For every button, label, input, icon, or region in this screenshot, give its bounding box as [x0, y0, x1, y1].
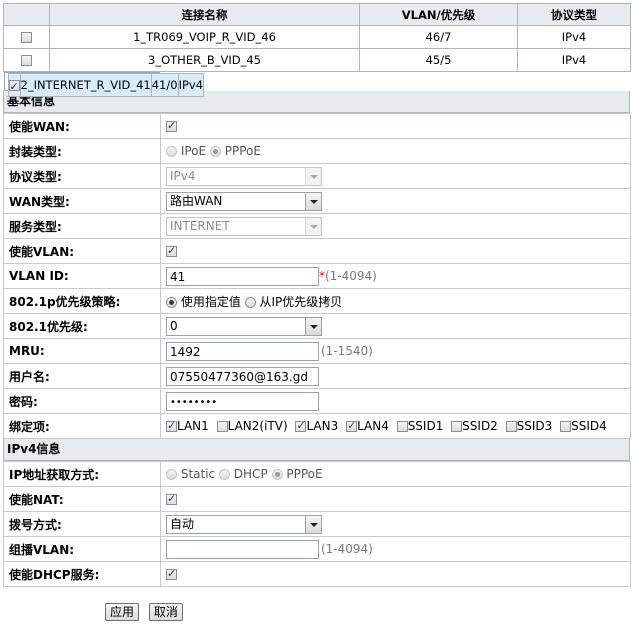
- row-protocol: IPv4: [177, 73, 205, 97]
- bind-ssid3-label: SSID3: [516, 419, 553, 433]
- priority-select[interactable]: 0: [166, 316, 322, 336]
- mru-input[interactable]: 1492: [166, 341, 319, 361]
- enable-dhcp-label: 使能DHCP服务:: [3, 561, 161, 587]
- bind-ssid3-checkbox[interactable]: [505, 421, 517, 432]
- service-type-select[interactable]: INTERNET: [166, 216, 322, 236]
- row-name: 1_TR069_VOIP_R_VID_46: [49, 25, 360, 49]
- form-buttons: 应用 取消: [105, 603, 189, 621]
- chevron-down-icon: [305, 515, 321, 533]
- protocol-label: 协议类型:: [3, 163, 161, 189]
- enable-wan-checkbox[interactable]: [166, 119, 177, 132]
- wan-type-label: WAN类型:: [3, 188, 161, 214]
- enable-dhcp-checkbox[interactable]: [166, 567, 177, 580]
- encap-ipoe-radio[interactable]: [166, 146, 177, 157]
- header-protocol: 协议类型: [517, 3, 631, 26]
- header-checkbox-cell: [3, 3, 50, 26]
- chevron-down-icon: [305, 317, 321, 335]
- multicast-vlan-hint: (1-4094): [321, 541, 373, 556]
- bind-ssid1-label: SSID1: [407, 419, 444, 433]
- bind-lan3-label: LAN3: [306, 419, 339, 433]
- table-row[interactable]: 1_TR069_VOIP_R_VID_46 46/7 IPv4: [3, 25, 631, 49]
- password-label: 密码:: [3, 388, 161, 414]
- mru-hint: (1-1540): [321, 343, 373, 358]
- wan-type-select[interactable]: 路由WAN: [166, 191, 322, 211]
- bind-lan2-checkbox[interactable]: [216, 421, 228, 432]
- header-name: 连接名称: [49, 3, 360, 26]
- chevron-down-icon: [305, 217, 321, 235]
- enable-nat-label: 使能NAT:: [3, 486, 161, 512]
- priority-label: 802.1优先级:: [3, 313, 161, 339]
- priority-specified-label: 使用指定值: [180, 294, 241, 309]
- priority-policy-label: 802.1p优先级策略:: [3, 288, 161, 314]
- bind-lan4-label: LAN4: [357, 419, 389, 433]
- bind-lan1-label: LAN1: [177, 419, 209, 433]
- bind-lan1-checkbox[interactable]: [166, 419, 177, 432]
- dial-mode-label: 拨号方式:: [3, 511, 161, 537]
- enable-nat-checkbox[interactable]: [166, 492, 177, 505]
- protocol-select[interactable]: IPv4: [166, 166, 322, 186]
- addr-pppoe-radio[interactable]: [271, 469, 283, 480]
- row-name: 3_OTHER_B_VID_45: [49, 48, 360, 72]
- username-label: 用户名:: [3, 363, 161, 389]
- addr-mode-label: IP地址获取方式:: [3, 461, 161, 487]
- table-row-selected[interactable]: 2_INTERNET_R_VID_41 41/0 IPv4: [3, 72, 205, 97]
- encap-pppoe-label: PPPoE: [224, 144, 261, 158]
- chevron-down-icon: [305, 192, 321, 210]
- bind-ssid4-checkbox[interactable]: [560, 421, 572, 432]
- bind-ssid4-label: SSID4: [571, 419, 607, 433]
- table-row[interactable]: 3_OTHER_B_VID_45 45/5 IPv4: [3, 48, 631, 72]
- row-protocol: IPv4: [517, 25, 631, 49]
- ipv4-info-form: IP地址获取方式: Static DHCP PPPoE 使能NAT: 拨号方式:…: [3, 461, 631, 587]
- row-vlan: 45/5: [359, 48, 518, 72]
- table-header: 连接名称 VLAN/优先级 协议类型: [3, 3, 631, 26]
- addr-pppoe-label: PPPoE: [286, 467, 323, 481]
- apply-button[interactable]: 应用: [105, 603, 140, 621]
- section-ipv4-info: IPv4信息: [3, 439, 630, 461]
- row-checkbox[interactable]: [21, 32, 32, 43]
- enable-vlan-label: 使能VLAN:: [3, 238, 161, 264]
- password-input[interactable]: ••••••••: [166, 391, 319, 411]
- cancel-button[interactable]: 取消: [148, 603, 183, 621]
- multicast-vlan-input[interactable]: [166, 539, 319, 559]
- bind-ssid2-label: SSID2: [462, 419, 498, 433]
- addr-dhcp-label: DHCP: [233, 467, 268, 481]
- mru-label: MRU:: [3, 338, 161, 364]
- vlan-id-label: VLAN ID:: [3, 263, 161, 289]
- addr-dhcp-radio[interactable]: [218, 469, 230, 480]
- dial-mode-select[interactable]: 自动: [166, 514, 322, 534]
- bind-ssid1-checkbox[interactable]: [396, 421, 408, 432]
- service-type-label: 服务类型:: [3, 213, 161, 239]
- enable-vlan-checkbox[interactable]: [166, 244, 177, 257]
- bind-lan3-checkbox[interactable]: [295, 419, 307, 432]
- enable-wan-label: 使能WAN:: [3, 113, 161, 139]
- addr-static-radio[interactable]: [166, 469, 177, 480]
- vlan-id-input[interactable]: 41: [166, 266, 319, 286]
- multicast-vlan-label: 组播VLAN:: [3, 536, 161, 562]
- row-checkbox[interactable]: [8, 78, 20, 95]
- row-vlan: 46/7: [359, 25, 518, 49]
- chevron-down-icon: [305, 167, 321, 185]
- encap-label: 封装类型:: [3, 138, 161, 164]
- priority-copy-label: 从IP优先级拷贝: [259, 294, 343, 309]
- row-vlan: 41/0: [150, 73, 179, 97]
- basic-info-form: 使能WAN: 封装类型: IPoE PPPoE 协议类型: IPv4 WAN类型…: [3, 113, 631, 439]
- binding-label: 绑定项:: [3, 413, 161, 439]
- priority-copy-radio[interactable]: [244, 296, 256, 308]
- row-name: 2_INTERNET_R_VID_41: [19, 73, 152, 97]
- bind-lan4-checkbox[interactable]: [346, 419, 358, 432]
- bind-ssid2-checkbox[interactable]: [451, 421, 463, 432]
- row-checkbox[interactable]: [21, 55, 32, 66]
- encap-ipoe-label: IPoE: [180, 144, 207, 158]
- priority-specified-radio[interactable]: [166, 296, 177, 308]
- vlan-id-hint: (1-4094): [325, 268, 377, 283]
- addr-static-label: Static: [180, 467, 216, 481]
- wan-connections-table: 连接名称 VLAN/优先级 协议类型 1_TR069_VOIP_R_VID_46…: [3, 3, 631, 97]
- bind-lan2-label: LAN2(iTV): [227, 419, 288, 433]
- username-input[interactable]: 07550477360@163.gd: [166, 366, 319, 386]
- row-protocol: IPv4: [517, 48, 631, 72]
- encap-pppoe-radio[interactable]: [209, 146, 221, 157]
- header-vlan: VLAN/优先级: [359, 3, 518, 26]
